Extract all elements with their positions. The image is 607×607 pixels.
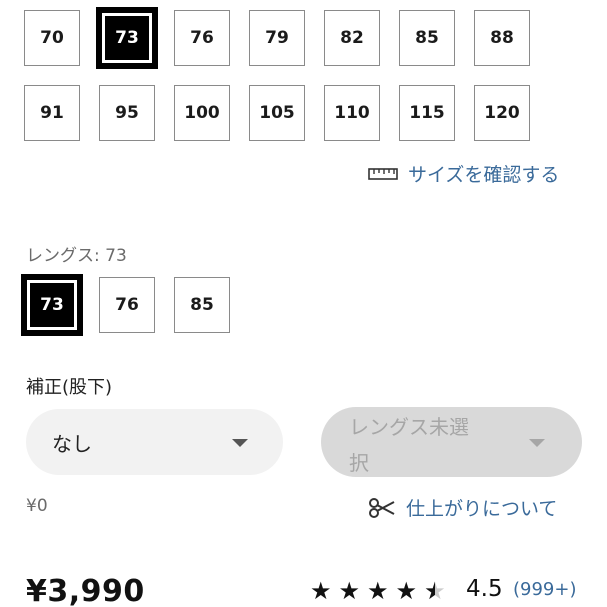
chevron-down-icon [232,439,248,447]
hemming-label: 補正(股下) [26,377,113,398]
disabled-select-line1: レングス未選 [349,415,469,439]
length-label: レングス: 73 [26,246,127,266]
waist-size-option[interactable]: 73 [96,7,158,69]
waist-size-option[interactable]: 79 [249,10,305,66]
disabled-select-line2: 択 [349,451,369,475]
waist-size-option[interactable]: 115 [399,85,455,141]
length-option[interactable]: 73 [21,274,83,336]
hemming-select-value: なし [52,431,92,456]
hemming-select[interactable]: なし [26,409,283,475]
waist-size-option[interactable]: 70 [24,10,80,66]
chevron-down-icon [529,439,545,447]
rating-value: 4.5 [466,576,503,602]
ruler-icon [368,167,398,180]
product-price: ¥3,990 [26,574,145,607]
waist-size-option[interactable]: 91 [24,85,80,141]
waist-size-option[interactable]: 85 [399,10,455,66]
review-count[interactable]: (999+) [513,579,576,600]
finish-info-link[interactable]: 仕上がりについて [368,494,557,521]
length-unselected-select: レングス未選 択 [321,407,582,477]
size-guide-text: サイズを確認する [408,164,560,186]
rating-stars: ★ ★ ★ ★ ★★ [310,580,446,604]
length-option[interactable]: 76 [99,277,155,333]
length-option[interactable]: 85 [174,277,230,333]
star-icon: ★ [338,578,361,605]
star-icon: ★ [395,578,418,605]
waist-size-option[interactable]: 120 [474,85,530,141]
waist-size-option[interactable]: 82 [324,10,380,66]
star-icon: ★ [310,578,332,605]
waist-size-option[interactable]: 110 [324,85,380,141]
waist-size-option[interactable]: 88 [474,10,530,66]
half-star-icon: ★★ [424,578,446,605]
star-icon: ★ [367,578,389,605]
waist-size-option[interactable]: 100 [174,85,230,141]
waist-size-option[interactable]: 105 [249,85,305,141]
waist-size-option[interactable]: 95 [99,85,155,141]
waist-size-option[interactable]: 76 [174,10,230,66]
hemming-price: ¥0 [26,496,48,516]
scissors-icon [369,497,395,518]
finish-info-text: 仕上がりについて [406,498,558,520]
size-guide-link[interactable]: サイズを確認する [368,160,559,187]
